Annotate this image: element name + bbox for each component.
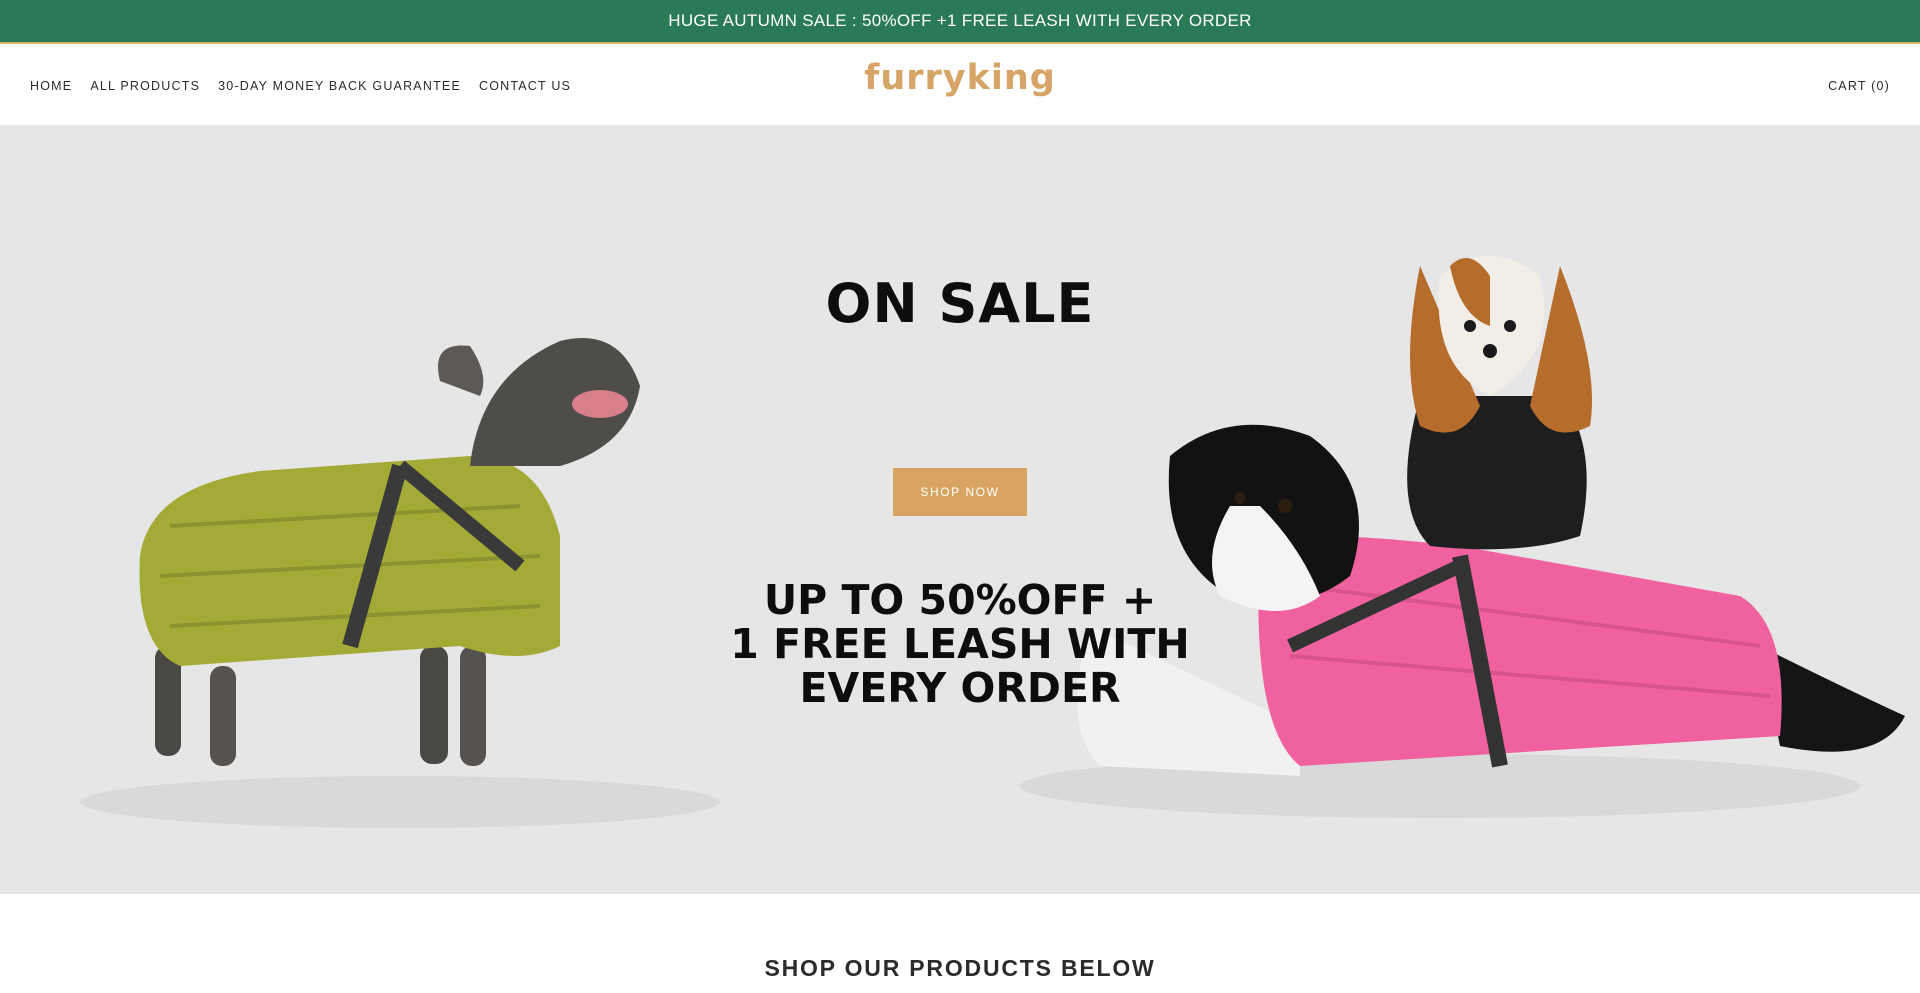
cart-wrapper: CART (0) [1828, 46, 1890, 126]
nav-home-link[interactable]: HOME [30, 79, 72, 93]
main-nav: HOME ALL PRODUCTS 30-DAY MONEY BACK GUAR… [30, 46, 571, 126]
announcement-text: HUGE AUTUMN SALE : 50%OFF +1 FREE LEASH … [668, 11, 1252, 30]
nav-guarantee-link[interactable]: 30-DAY MONEY BACK GUARANTEE [218, 79, 461, 93]
hero-banner: ON SALE SHOP NOW UP TO 50%OFF + 1 FREE L… [0, 126, 1920, 894]
nav-contact-link[interactable]: CONTACT US [479, 79, 571, 93]
site-header: HOME ALL PRODUCTS 30-DAY MONEY BACK GUAR… [0, 46, 1920, 126]
hero-subtitle-line: UP TO 50%OFF + [763, 576, 1157, 624]
shop-now-button[interactable]: SHOP NOW [893, 468, 1027, 516]
hero-subtitle-line: EVERY ORDER [799, 664, 1121, 712]
cart-link[interactable]: CART (0) [1828, 79, 1890, 93]
bulldog-figure [139, 338, 640, 766]
products-section-title: SHOP OUR PRODUCTS BELOW [764, 955, 1156, 981]
announcement-bar: HUGE AUTUMN SALE : 50%OFF +1 FREE LEASH … [0, 0, 1920, 44]
nav-all-products-link[interactable]: ALL PRODUCTS [90, 79, 200, 93]
hero-title: ON SALE [825, 272, 1095, 335]
hero-subtitle: UP TO 50%OFF + 1 FREE LEASH WITH EVERY O… [660, 578, 1260, 710]
hero-subtitle-line: 1 FREE LEASH WITH [730, 620, 1190, 668]
site-logo[interactable]: furryking [864, 58, 1056, 98]
